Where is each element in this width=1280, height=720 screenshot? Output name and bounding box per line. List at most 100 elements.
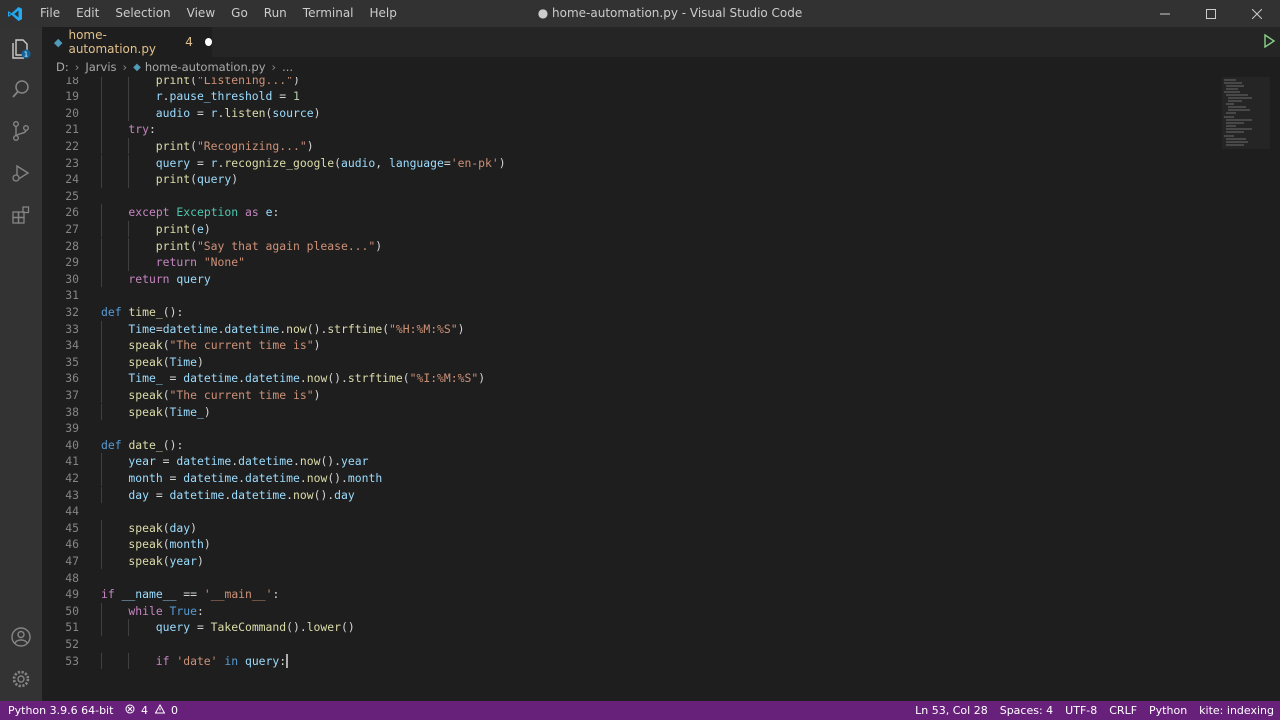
- search-icon[interactable]: [7, 75, 35, 103]
- menu-view[interactable]: View: [179, 0, 223, 27]
- extensions-icon[interactable]: [7, 201, 35, 229]
- code-line[interactable]: 46 speak(month): [42, 536, 1232, 553]
- line-number: 38: [65, 404, 79, 419]
- breadcrumb-file[interactable]: home-automation.py: [145, 60, 266, 74]
- code-line[interactable]: 53 if 'date' in query:: [42, 652, 1232, 670]
- gear-icon[interactable]: [7, 665, 35, 693]
- menu-selection[interactable]: Selection: [107, 0, 178, 27]
- code-token: .: [299, 470, 307, 485]
- menu-terminal[interactable]: Terminal: [295, 0, 362, 27]
- indent-guide: [128, 619, 130, 636]
- text-cursor: [286, 654, 288, 668]
- run-debug-icon[interactable]: [7, 159, 35, 187]
- code-editor[interactable]: 18 print("Listening...") 19 r.pause_thresho…: [42, 77, 1280, 701]
- maximize-icon[interactable]: [1188, 0, 1234, 27]
- tab-home-automation[interactable]: ◆ home-automation.py 4: [42, 27, 212, 57]
- minimap[interactable]: [1222, 77, 1270, 177]
- indentation[interactable]: Spaces: 4: [994, 704, 1059, 717]
- code-token: =: [272, 89, 293, 104]
- code-line[interactable]: 28 print("Say that again please..."): [42, 237, 1232, 255]
- unsaved-dot-icon[interactable]: [204, 38, 212, 46]
- code-line[interactable]: 50 while True:: [42, 602, 1232, 620]
- menu-help[interactable]: Help: [362, 0, 405, 27]
- code-token: day: [169, 520, 191, 535]
- menu-run[interactable]: Run: [256, 0, 295, 27]
- code-token: return: [128, 271, 170, 286]
- code-token: .: [299, 371, 307, 386]
- code-line[interactable]: 36 Time_ = datetime.datetime.now().strfti…: [42, 370, 1232, 387]
- code-line[interactable]: 40 def date_():: [42, 437, 1232, 454]
- code-line[interactable]: 47 speak(year): [42, 552, 1232, 570]
- source-control-icon[interactable]: [7, 117, 35, 145]
- minimize-icon[interactable]: [1142, 0, 1188, 27]
- code-line[interactable]: 52: [42, 636, 1232, 653]
- code-line[interactable]: 34 speak("The current time is"): [42, 337, 1232, 354]
- code-token: now: [299, 454, 321, 469]
- code-line[interactable]: 19 r.pause_threshold = 1: [42, 88, 1232, 105]
- code-token: datetime: [231, 487, 287, 502]
- code-line[interactable]: 29 return "None": [42, 254, 1232, 271]
- code-line[interactable]: 21 try:: [42, 121, 1232, 138]
- kite-status[interactable]: kite: indexing: [1193, 704, 1280, 717]
- code-line[interactable]: 51 query = TakeCommand().lower(): [42, 619, 1232, 636]
- code-line[interactable]: 26 except Exception as e:: [42, 204, 1232, 221]
- code-line[interactable]: 38 speak(Time_): [42, 403, 1232, 421]
- code-line[interactable]: 18 print("Listening..."): [42, 77, 1232, 89]
- code-token: datetime: [245, 371, 300, 386]
- code-token: (: [190, 221, 197, 236]
- code-line[interactable]: 23 query = r.recognize_google(audio, lang…: [42, 154, 1232, 172]
- line-number: 45: [65, 520, 79, 535]
- code-line[interactable]: 32 def time_():: [42, 304, 1232, 321]
- title-bar: File Edit Selection View Go Run Terminal…: [0, 0, 1280, 27]
- breadcrumb-drive[interactable]: D:: [56, 60, 69, 74]
- code-token: (: [334, 155, 341, 170]
- code-token: pause_threshold: [169, 89, 273, 104]
- code-token: day: [128, 487, 149, 502]
- close-icon[interactable]: [1234, 0, 1280, 27]
- code-token: month: [128, 470, 163, 485]
- code-line[interactable]: 39: [42, 420, 1232, 437]
- code-line[interactable]: 30 return query: [42, 270, 1232, 288]
- explorer-icon[interactable]: 1: [7, 35, 35, 63]
- cursor-position[interactable]: Ln 53, Col 28: [909, 704, 994, 717]
- code-token: (: [162, 354, 170, 369]
- encoding[interactable]: UTF-8: [1059, 704, 1103, 717]
- code-line[interactable]: 45 speak(day): [42, 519, 1232, 537]
- run-file-icon[interactable]: [1262, 33, 1276, 53]
- breadcrumb-folder[interactable]: Jarvis: [85, 60, 116, 74]
- code-line[interactable]: 27 print(e): [42, 220, 1232, 238]
- account-icon[interactable]: [7, 623, 35, 651]
- code-line[interactable]: 41 year = datetime.datetime.now().year: [42, 453, 1232, 470]
- code-line[interactable]: 43 day = datetime.datetime.now().day: [42, 486, 1232, 504]
- code-token: audio: [155, 105, 191, 120]
- code-token: audio: [340, 155, 376, 170]
- code-token: "%H:%M:%S": [389, 321, 458, 336]
- menu-edit[interactable]: Edit: [68, 0, 107, 27]
- code-line[interactable]: 25: [42, 188, 1232, 205]
- code-token: now: [293, 487, 314, 502]
- code-line[interactable]: 24 print(query): [42, 171, 1232, 188]
- code-line[interactable]: 48: [42, 570, 1232, 587]
- line-number: 18: [65, 77, 79, 87]
- code-line[interactable]: 44: [42, 503, 1232, 520]
- code-text: try:: [128, 121, 155, 138]
- code-line[interactable]: 20 audio = r.listen(source): [42, 104, 1232, 122]
- breadcrumb-more[interactable]: ...: [282, 60, 293, 74]
- python-interpreter[interactable]: Python 3.9.6 64-bit: [0, 704, 119, 717]
- indent-guide: [128, 254, 130, 271]
- code-line[interactable]: 49 if __name__ == '__main__':: [42, 586, 1232, 603]
- code-line[interactable]: 42 month = datetime.datetime.now().month: [42, 469, 1232, 487]
- problems-indicator[interactable]: 4 0: [119, 703, 186, 717]
- line-ending[interactable]: CRLF: [1103, 704, 1143, 717]
- menu-file[interactable]: File: [32, 0, 68, 27]
- code-line[interactable]: 37 speak("The current time is"): [42, 386, 1232, 404]
- code-line[interactable]: 22 print("Recognizing..."): [42, 137, 1232, 155]
- indent-guide: [101, 237, 102, 255]
- code-line[interactable]: 33 Time=datetime.datetime.now().strftime(…: [42, 320, 1232, 338]
- menu-go[interactable]: Go: [223, 0, 256, 27]
- code-line[interactable]: 35 speak(Time): [42, 353, 1232, 371]
- code-token: '__main__': [203, 587, 273, 602]
- code-token: .: [286, 487, 294, 502]
- code-line[interactable]: 31: [42, 287, 1232, 304]
- language-mode[interactable]: Python: [1143, 704, 1193, 717]
